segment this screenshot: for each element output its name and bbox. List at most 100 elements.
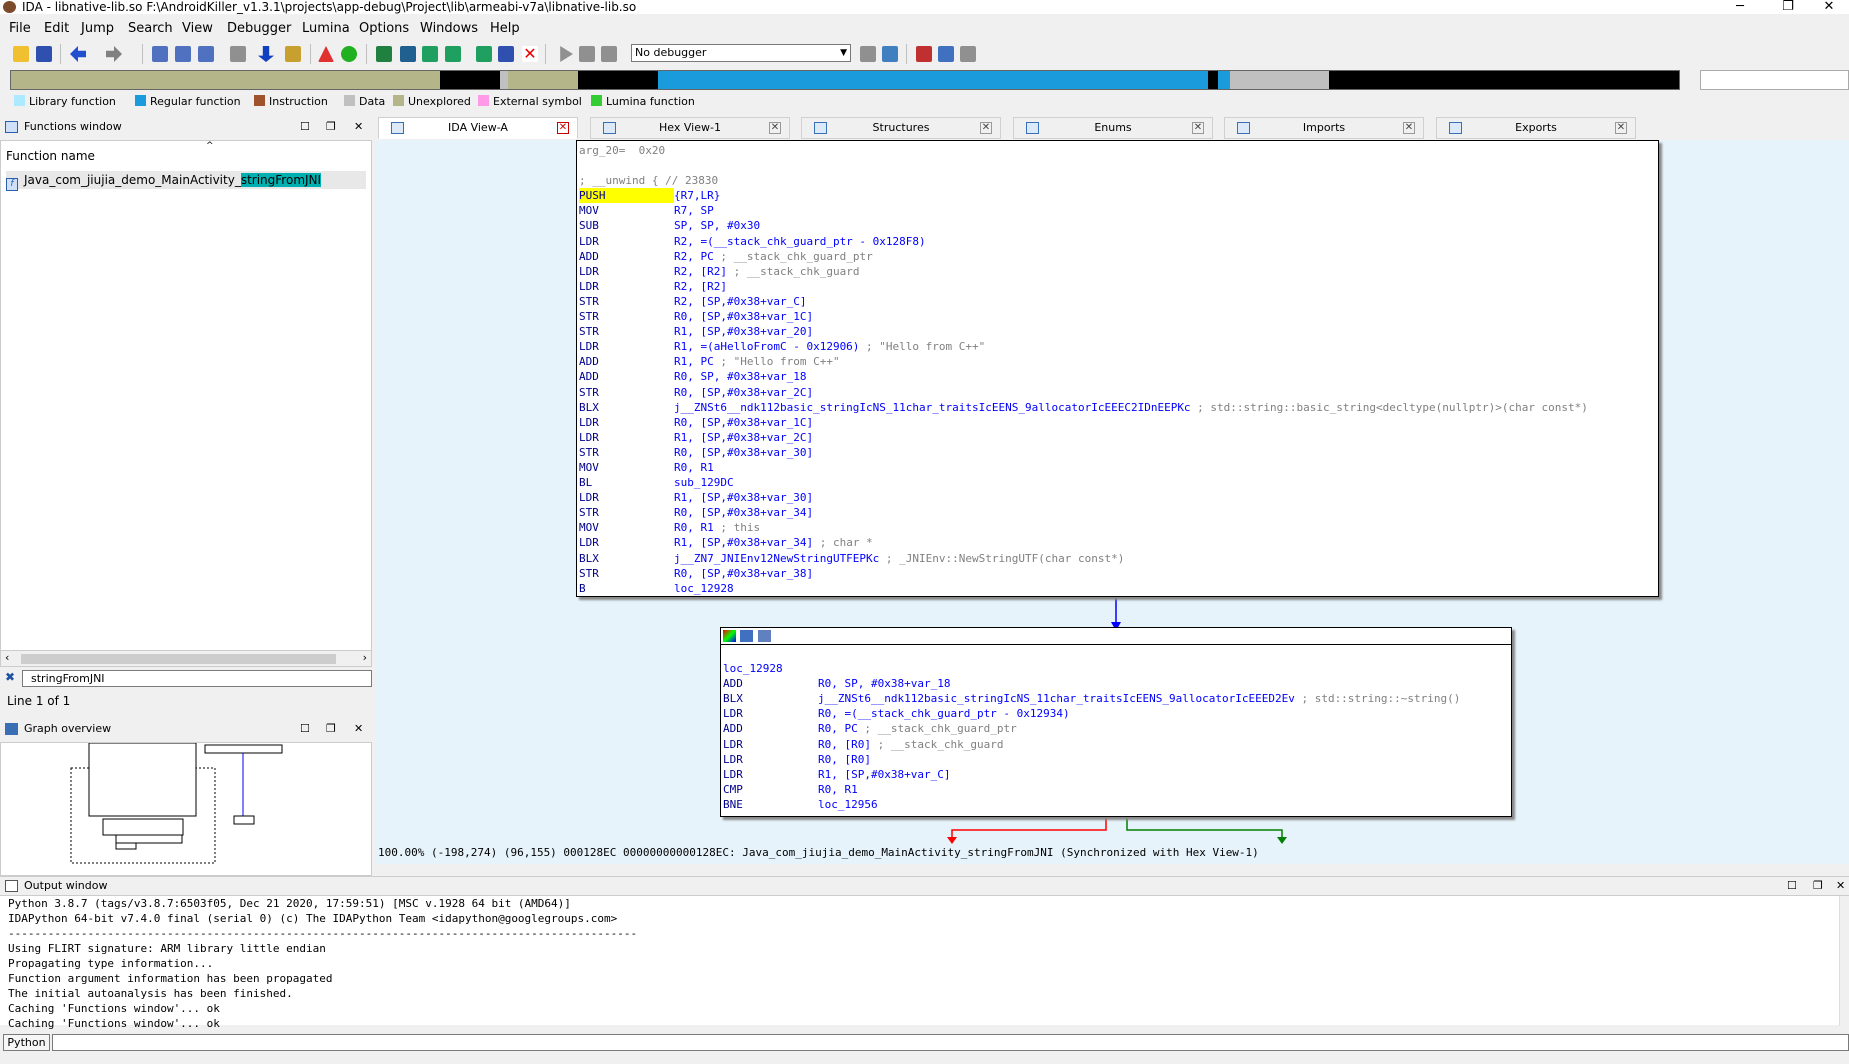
output-log[interactable]: Python 3.8.7 (tags/v3.8.7:6503f05, Dec 2… — [0, 895, 1849, 1030]
python-command-input[interactable] — [52, 1034, 1849, 1051]
clear-search-icon[interactable]: ✖ — [5, 670, 15, 684]
asm-line[interactable]: LDR R1, [SP,#0x38+var_34] ; char * — [579, 535, 1658, 550]
asm-line[interactable]: MOV R7, SP — [579, 203, 1658, 218]
search-text-icon[interactable] — [175, 46, 191, 62]
pause-icon[interactable] — [579, 46, 595, 62]
data-icon[interactable] — [476, 46, 492, 62]
tab-enums[interactable]: Enums ✕ — [1013, 117, 1213, 139]
structure-icon[interactable] — [400, 46, 416, 62]
float-pane-icon[interactable]: ❐ — [326, 118, 336, 136]
jump-down-icon[interactable] — [258, 46, 274, 62]
asm-line[interactable]: STR R0, [SP,#0x38+var_30] — [579, 445, 1658, 460]
close-pane-icon[interactable]: ✕ — [1836, 877, 1845, 895]
maximize-pane-icon[interactable]: ☐ — [1787, 877, 1797, 895]
graph-icon[interactable] — [318, 46, 334, 62]
close-tab-icon[interactable]: ✕ — [1615, 122, 1627, 134]
menu-edit[interactable]: Edit — [44, 21, 69, 36]
asm-line[interactable]: SUB SP, SP, #0x30 — [579, 218, 1658, 233]
search-input[interactable]: stringFromJNI — [22, 670, 372, 687]
asm-line[interactable]: BNE loc_12956 — [723, 797, 1460, 812]
python-button[interactable]: Python — [3, 1034, 50, 1051]
back-arrow-icon[interactable] — [70, 46, 86, 62]
asm-line[interactable]: BLX j__ZN7_JNIEnv12NewStringUTFEPKc ; _JN… — [579, 551, 1658, 566]
analyze-icon[interactable] — [285, 46, 301, 62]
tab-structures[interactable]: Structures ✕ — [801, 117, 1001, 139]
asm-line[interactable]: LDR R2, =(__stack_chk_guard_ptr - 0x128F8… — [579, 234, 1658, 249]
ida-graph-view[interactable]: arg_20= 0x20 ; __unwind { // 23830 PUSH {R7… — [375, 140, 1849, 864]
tab-exports[interactable]: Exports ✕ — [1436, 117, 1636, 139]
asm-line[interactable]: ADD R0, SP, #0x38+var_18 — [723, 676, 1460, 691]
close-tab-icon[interactable]: ✕ — [557, 122, 569, 134]
create-function-icon[interactable] — [376, 46, 392, 62]
asm-line[interactable]: STR R0, [SP,#0x38+var_1C] — [579, 309, 1658, 324]
close-tab-icon[interactable]: ✕ — [980, 122, 992, 134]
search-binary-icon[interactable] — [152, 46, 168, 62]
disconnect-icon[interactable] — [960, 46, 976, 62]
undefine-icon[interactable]: ✕ — [522, 46, 538, 62]
asm-line[interactable]: LDR R1, [SP,#0x38+var_C] — [723, 767, 1460, 782]
menu-file[interactable]: File — [9, 21, 31, 36]
column-header-function-name[interactable]: Function name — [6, 149, 95, 163]
asm-line[interactable]: Bloc_12928 — [579, 581, 1658, 596]
tracing-options-icon[interactable] — [938, 46, 954, 62]
menu-debugger[interactable]: Debugger — [227, 21, 291, 36]
maximize-pane-icon[interactable]: ☐ — [300, 118, 310, 136]
asm-line[interactable]: PUSH {R7,LR} — [579, 188, 1658, 204]
asm-line[interactable]: STR R2, [SP,#0x38+var_C] — [579, 294, 1658, 309]
asm-line[interactable]: STR R0, [SP,#0x38+var_34] — [579, 505, 1658, 520]
close-pane-icon[interactable]: ✕ — [354, 720, 363, 738]
function-row[interactable]: f Java_com_jiujia_demo_MainActivity_strin… — [6, 171, 366, 191]
output-vscrollbar[interactable] — [1839, 896, 1849, 1026]
asm-line[interactable]: STR R1, [SP,#0x38+var_20] — [579, 324, 1658, 339]
menu-options[interactable]: Options — [359, 21, 409, 36]
asm-line[interactable]: CMP R0, R1 — [723, 782, 1460, 797]
float-pane-icon[interactable]: ❐ — [1813, 877, 1823, 895]
scroll-right-icon[interactable]: › — [363, 651, 367, 664]
asm-line[interactable]: ; __unwind { // 23830 — [579, 173, 1658, 188]
functions-hscrollbar[interactable]: ‹ › — [0, 650, 372, 667]
graph-overview[interactable] — [0, 742, 372, 876]
asm-line[interactable]: BL sub_129DC — [579, 475, 1658, 490]
close-window-button[interactable]: ✕ — [1809, 0, 1849, 14]
group-icon[interactable] — [758, 630, 771, 642]
breakpoint-icon[interactable] — [860, 46, 876, 62]
menu-lumina[interactable]: Lumina — [302, 21, 350, 36]
asm-line[interactable]: loc_12928 — [723, 661, 1460, 676]
scroll-thumb[interactable] — [21, 654, 336, 664]
nav-source-select[interactable] — [1700, 70, 1849, 90]
menu-jump[interactable]: Jump — [81, 21, 114, 36]
asm-line[interactable]: ADD R2, PC ; __stack_chk_guard_ptr — [579, 249, 1658, 264]
close-pane-icon[interactable]: ✕ — [354, 118, 363, 136]
code-icon[interactable] — [445, 46, 461, 62]
forward-arrow-icon[interactable] — [106, 46, 122, 62]
green-circle-icon[interactable] — [341, 46, 357, 62]
asm-line[interactable]: MOV R0, R1 — [579, 460, 1658, 475]
asm-line[interactable]: BLX j__ZNSt6__ndk112basic_stringIcNS_11ch… — [579, 400, 1658, 415]
asm-line[interactable] — [723, 646, 1460, 661]
tab-hex-view[interactable]: Hex View-1 ✕ — [590, 117, 790, 139]
menu-view[interactable]: View — [182, 21, 213, 36]
asm-line[interactable]: STR R0, [SP,#0x38+var_2C] — [579, 385, 1658, 400]
run-icon[interactable] — [560, 46, 573, 62]
close-tab-icon[interactable]: ✕ — [769, 122, 781, 134]
close-tab-icon[interactable]: ✕ — [1403, 122, 1415, 134]
maximize-pane-icon[interactable]: ☐ — [300, 720, 310, 738]
open-icon[interactable] — [13, 46, 29, 62]
asm-line[interactable]: LDR R1, [SP,#0x38+var_30] — [579, 490, 1658, 505]
debugger-select[interactable]: No debugger ▼ — [631, 44, 851, 62]
asm-line[interactable]: LDR R1, =(aHelloFromC - 0x12906) ; "Hello… — [579, 339, 1658, 354]
save-icon[interactable] — [36, 46, 52, 62]
float-pane-icon[interactable]: ❐ — [326, 720, 336, 738]
asm-line[interactable]: LDR R0, [R0] ; __stack_chk_guard — [723, 737, 1460, 752]
tab-imports[interactable]: Imports ✕ — [1224, 117, 1424, 139]
menu-windows[interactable]: Windows — [420, 21, 478, 36]
edit-icon[interactable] — [740, 630, 753, 642]
navigation-band[interactable] — [10, 70, 1680, 90]
menu-help[interactable]: Help — [490, 21, 520, 36]
search-immediate-icon[interactable] — [198, 46, 214, 62]
patch-icon[interactable] — [230, 46, 246, 62]
asm-line[interactable]: BLX j__ZNSt6__ndk112basic_stringIcNS_11ch… — [723, 691, 1460, 706]
asm-line[interactable]: LDR R2, [R2] ; __stack_chk_guard — [579, 264, 1658, 279]
restore-button[interactable]: ❐ — [1768, 0, 1808, 14]
asm-line[interactable] — [579, 158, 1658, 173]
